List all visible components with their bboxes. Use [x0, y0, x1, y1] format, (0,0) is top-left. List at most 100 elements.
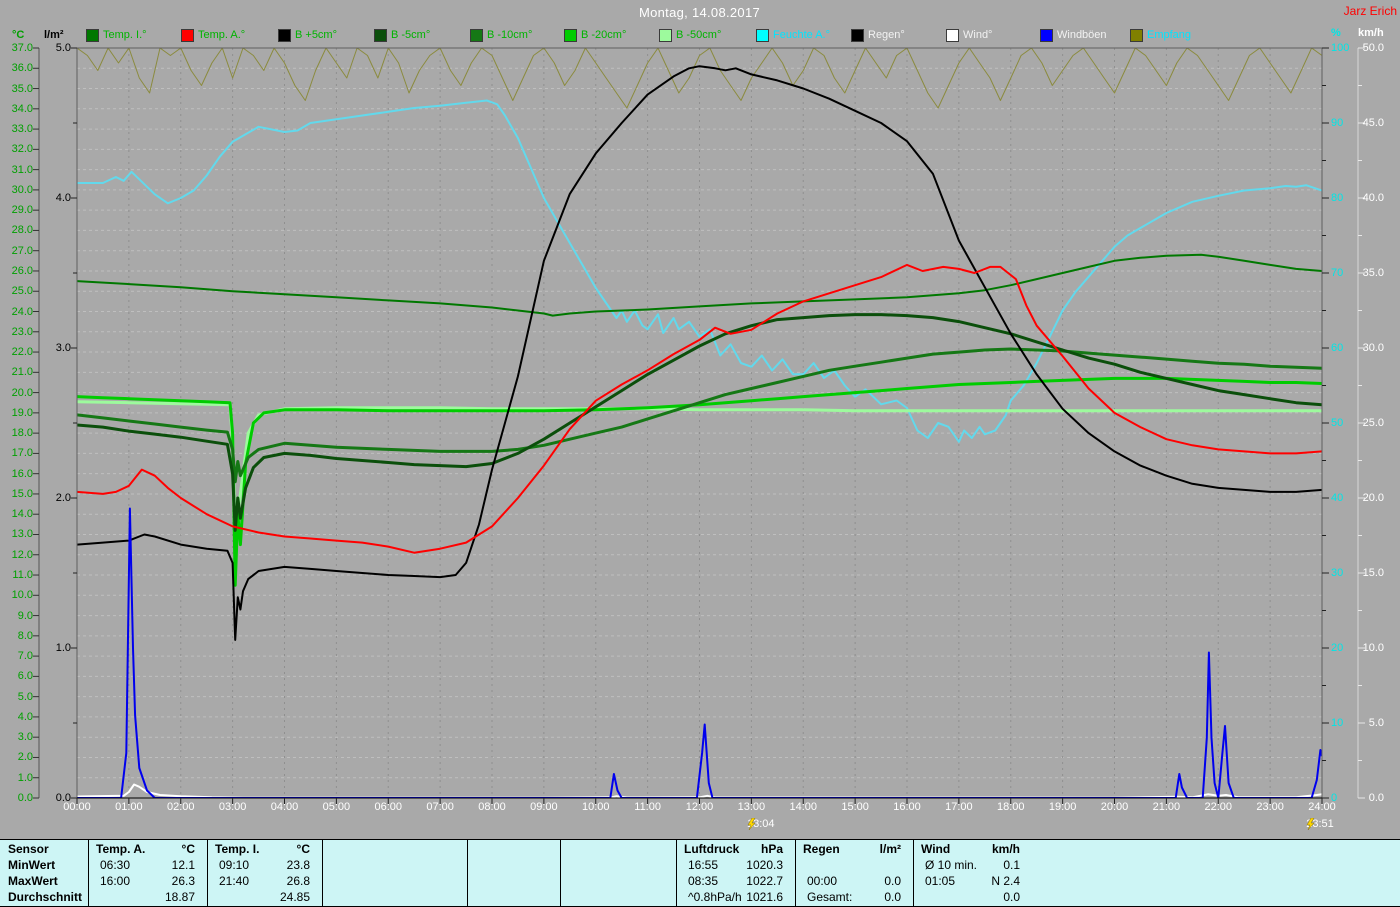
table-cell-value: 12.1	[171, 858, 195, 872]
wind-axis-label: 40.0	[1362, 192, 1384, 204]
rain-axis-label: 4.0	[55, 192, 71, 204]
temp-axis-label: 35.0	[11, 82, 33, 95]
table-cell-value: 1021.6	[746, 890, 783, 904]
temp-axis-label: 16.0	[11, 467, 33, 480]
temp-axis-label: 33.0	[11, 123, 33, 136]
grid	[77, 47, 1322, 798]
humidity-axis-label: 80	[1331, 192, 1344, 204]
temp-axis-label: 36.0	[11, 62, 33, 75]
temp-axis-label: 7.0	[17, 650, 33, 663]
wind-axis-label: 35.0	[1362, 267, 1384, 279]
legend-swatch-icon	[86, 28, 99, 42]
temp-axis-label: 21.0	[11, 366, 33, 379]
table-cell-value: 0.0	[884, 874, 901, 888]
table-cell-value: 24.85	[279, 890, 310, 904]
table-divider	[322, 840, 323, 906]
sun-flash-icon	[1306, 818, 1315, 830]
legend-swatch-icon	[374, 28, 387, 42]
legend-label: Regen°	[868, 29, 905, 41]
legend-item-b-5cm-: B -5cm°	[374, 28, 430, 42]
wind-axis-label: 45.0	[1362, 117, 1384, 129]
table-cell-value: 26.3	[171, 874, 195, 888]
humidity-axis-label: 90	[1331, 117, 1344, 129]
humidity-axis-label: 70	[1331, 267, 1344, 279]
legend-label: B -10cm°	[487, 29, 533, 41]
temp-axis-label: 3.0	[17, 731, 33, 744]
wind-axis-label: 25.0	[1362, 417, 1384, 429]
time-axis-label: 15:00	[841, 801, 869, 813]
legend-item-b-10cm-: B -10cm°	[470, 28, 532, 42]
wind-axis-label: 0.0	[1368, 792, 1384, 804]
temp-axis-label: 20.0	[11, 386, 33, 399]
temp-axis-label: 1.0	[17, 771, 33, 784]
page-title: Montag, 14.08.2017	[638, 5, 761, 20]
legend-label: Wind°	[963, 29, 993, 41]
legend-item-temp-i-: Temp. I.°	[86, 28, 147, 42]
humidity-axis-label: 100	[1331, 42, 1350, 54]
humidity-axis-label: 10	[1331, 717, 1344, 729]
table-divider	[913, 840, 914, 906]
temp-axis-label: 31.0	[11, 163, 33, 176]
temp-axis-label: 5.0	[17, 690, 33, 703]
rain-unit-label: l/m²	[44, 29, 64, 41]
time-axis-label: 08:00	[478, 801, 506, 813]
wind-axis-label: 10.0	[1362, 642, 1384, 654]
time-axis-label: 20:00	[1100, 801, 1129, 813]
legend-item-feuchte-a-: Feuchte A.°	[756, 28, 830, 42]
temp-axis-label: 23.0	[11, 325, 33, 338]
legend-swatch-icon	[1040, 28, 1053, 42]
rain-axis-label: 1.0	[55, 642, 71, 654]
temp-axis-label: 18.0	[11, 427, 33, 440]
legend-item-b-20cm-: B -20cm°	[564, 28, 626, 42]
legend-item-empfang: Empfang	[1130, 28, 1191, 42]
legend-label: Feuchte A.°	[773, 29, 830, 41]
temp-axis-label: 27.0	[11, 244, 33, 257]
table-col-unit: l/m²	[879, 842, 901, 856]
temp-axis-label: 24.0	[11, 305, 33, 318]
temp-axis-label: 17.0	[11, 447, 33, 460]
legend-item-wind-: Wind°	[946, 28, 992, 42]
temp-axis-label: 25.0	[11, 285, 33, 298]
table-col-unit: °C	[296, 842, 310, 856]
temp-axis-label: 4.0	[17, 710, 33, 723]
table-divider	[207, 840, 208, 906]
humidity-axis-label: 50	[1331, 417, 1344, 429]
temp-unit-label: °C	[12, 29, 25, 41]
legend-label: Empfang	[1147, 29, 1192, 41]
humidity-axis-label: 60	[1331, 342, 1344, 354]
legend-swatch-icon	[470, 28, 483, 42]
temp-axis-label: 13.0	[11, 528, 33, 541]
legend-label: Temp. A.°	[198, 29, 246, 41]
legend-label: Windböen	[1057, 29, 1107, 41]
temp-axis-label: 32.0	[11, 143, 33, 156]
table-divider	[795, 840, 796, 906]
temp-axis-label: 8.0	[17, 629, 33, 642]
temp-axis-label: 30.0	[11, 183, 33, 196]
table-cell-value: N 2.4	[991, 874, 1020, 888]
temp-axis-label: 2.0	[17, 751, 33, 764]
temp-axis-label: 6.0	[17, 670, 33, 683]
table-col-unit: km/h	[991, 842, 1020, 856]
legend-item-windb-en: Windböen	[1040, 28, 1107, 42]
time-axis-label: 24:00	[1308, 801, 1336, 813]
event-time-marker: 13:04	[747, 818, 775, 830]
time-axis-label: 17:00	[945, 801, 973, 813]
time-axis-label: 05:00	[322, 801, 351, 813]
legend-item-b-5cm-: B +5cm°	[278, 28, 337, 42]
table-row-label: Durchschnitt	[8, 890, 83, 904]
time-axis-label: 02:00	[166, 801, 195, 813]
time-axis-label: 18:00	[996, 801, 1025, 813]
time-axis-label: 21:00	[1152, 801, 1181, 813]
wind-axis-label: 5.0	[1368, 717, 1384, 729]
legend-swatch-icon	[564, 28, 577, 42]
time-axis-label: 03:00	[218, 801, 247, 813]
wind-axis-label: 15.0	[1362, 567, 1384, 579]
time-axis-label: 10:00	[581, 801, 610, 813]
table-cell-value: 1022.7	[746, 874, 783, 888]
credit-label: Jarz Erich	[1343, 4, 1397, 18]
series-windboen	[77, 507, 1322, 798]
time-axis-label: 01:00	[115, 801, 143, 813]
table-row-label: MinWert	[8, 858, 56, 872]
time-axis-label: 23:00	[1256, 801, 1284, 813]
temp-axis-label: 14.0	[11, 508, 33, 521]
